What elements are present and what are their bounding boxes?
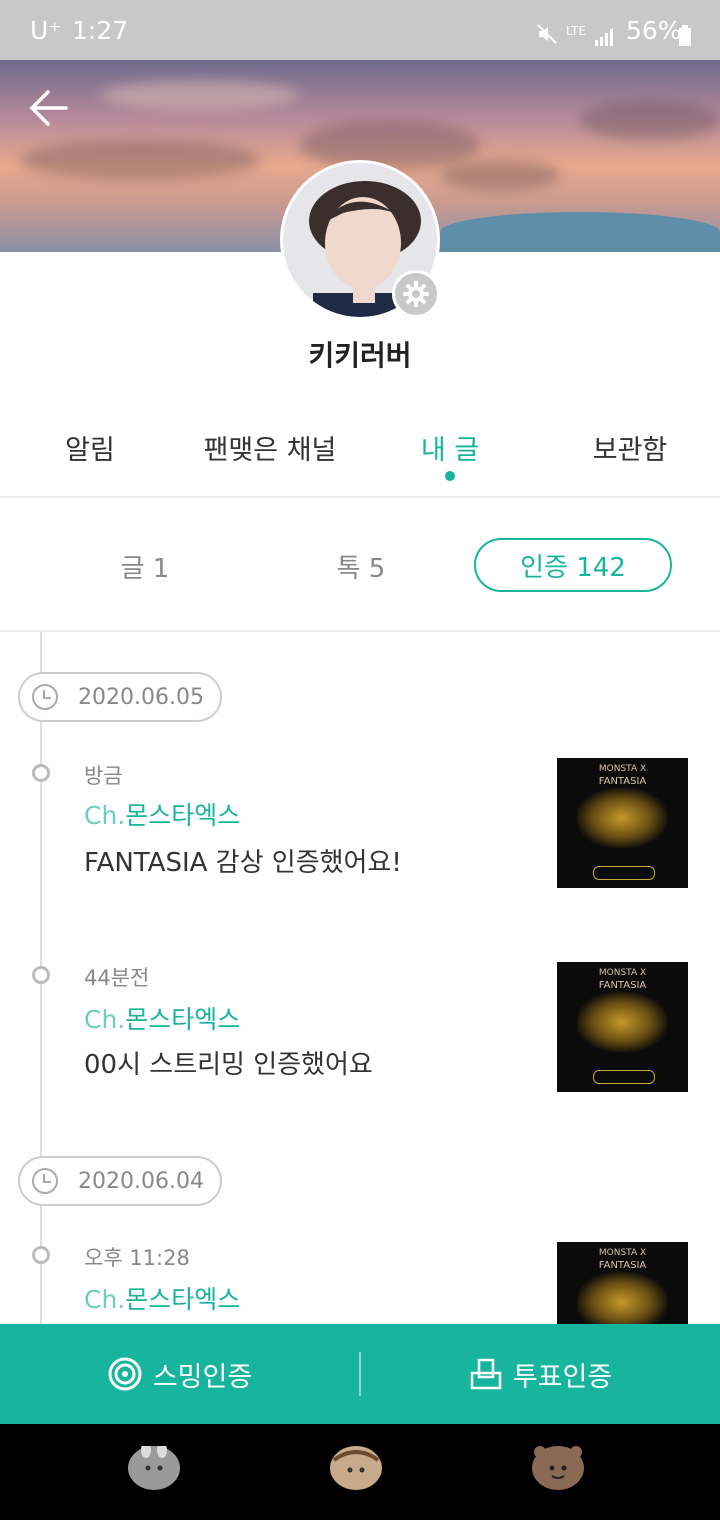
subtab-posts[interactable]: 글 1 — [80, 548, 210, 585]
battery-icon — [678, 24, 692, 53]
album-thumbnail[interactable]: MONSTA X FANTASIA — [557, 962, 688, 1092]
channel-prefix: Ch. — [84, 1005, 126, 1034]
tab-my-posts[interactable]: 내 글 — [400, 428, 500, 467]
active-tab-indicator — [445, 471, 455, 481]
channel-prefix: Ch. — [84, 801, 126, 830]
settings-button[interactable] — [392, 270, 440, 318]
channel-prefix: Ch. — [84, 1285, 126, 1314]
item-time: 44분전 — [84, 966, 150, 990]
timeline-node — [32, 966, 50, 984]
back-button[interactable] — [26, 86, 70, 134]
nav-profile-icon[interactable] — [532, 1446, 584, 1490]
disc-icon — [108, 1357, 142, 1391]
thumbnail-artwork — [577, 992, 667, 1052]
status-bar: U⁺ 1:27 LTE 56% — [0, 0, 720, 60]
tab-archive[interactable]: 보관함 — [570, 428, 690, 467]
tab-notifications[interactable]: 알림 — [40, 428, 140, 467]
timeline-node — [32, 764, 50, 782]
carrier-label: U⁺ — [30, 16, 62, 45]
thumbnail-artist: MONSTA X — [598, 764, 647, 774]
date-text: 2020.06.05 — [78, 684, 204, 710]
nav-bear-icon[interactable] — [330, 1446, 382, 1490]
channel-link[interactable]: Ch.몬스타엑스 — [84, 1280, 240, 1316]
streaming-cert-label: 스밍인증 — [152, 1361, 253, 1393]
thumbnail-artwork — [577, 788, 667, 848]
channel-name: 몬스타엑스 — [125, 801, 241, 830]
certification-action-bar: 스밍인증 투표인증 — [0, 1324, 720, 1424]
thumbnail-artwork — [577, 1272, 667, 1324]
back-arrow-icon — [29, 90, 68, 126]
thumbnail-badge — [593, 866, 655, 880]
thumbnail-artist: MONSTA X — [598, 1248, 647, 1258]
date-label: 2020.06.05 — [18, 672, 222, 722]
channel-link[interactable]: Ch.몬스타엑스 — [84, 796, 240, 832]
item-time: 방금 — [84, 764, 123, 788]
streaming-cert-button[interactable]: 스밍인증 — [0, 1324, 359, 1424]
item-message[interactable]: FANTASIA 감상 인증했어요! — [84, 842, 402, 879]
item-message[interactable]: 00시 스트리밍 인증했어요 — [84, 1044, 373, 1081]
channel-name: 몬스타엑스 — [125, 1285, 241, 1314]
ballot-box-icon — [470, 1358, 502, 1390]
divider — [0, 496, 720, 498]
thumbnail-badge — [593, 1070, 655, 1084]
timeline-node — [32, 1246, 50, 1264]
tab-channels[interactable]: 팬맺은 채널 — [190, 428, 350, 467]
vote-cert-button[interactable]: 투표인증 — [361, 1324, 720, 1424]
status-time: 1:27 — [72, 16, 129, 45]
clock-icon — [32, 1168, 58, 1194]
album-thumbnail[interactable]: MONSTA X FANTASIA — [557, 1242, 688, 1324]
thumbnail-artist: MONSTA X — [598, 968, 647, 978]
date-label: 2020.06.04 — [18, 1156, 222, 1206]
thumbnail-title: FANTASIA — [598, 980, 647, 991]
username: 키키러버 — [308, 339, 412, 372]
channel-link[interactable]: Ch.몬스타엑스 — [84, 1000, 240, 1036]
nav-home-icon[interactable] — [128, 1442, 180, 1490]
channel-name: 몬스타엑스 — [125, 1005, 241, 1034]
subtab-talks[interactable]: 톡 5 — [296, 548, 426, 585]
thumbnail-title: FANTASIA — [598, 1260, 647, 1271]
album-thumbnail[interactable]: MONSTA X FANTASIA — [557, 758, 688, 888]
battery-percent: 56% — [626, 16, 682, 45]
clock-icon — [32, 684, 58, 710]
bottom-navigation — [0, 1424, 720, 1520]
subtab-certifications[interactable]: 인증 142 — [474, 538, 672, 592]
network-label: LTE — [566, 24, 586, 38]
date-text: 2020.06.04 — [78, 1168, 204, 1194]
item-time: 오후 11:28 — [84, 1246, 190, 1270]
mute-icon — [536, 22, 557, 44]
divider — [0, 630, 720, 632]
vote-cert-label: 투표인증 — [512, 1361, 613, 1393]
signal-icon — [594, 24, 614, 53]
thumbnail-title: FANTASIA — [598, 776, 647, 787]
gear-icon — [403, 281, 429, 307]
